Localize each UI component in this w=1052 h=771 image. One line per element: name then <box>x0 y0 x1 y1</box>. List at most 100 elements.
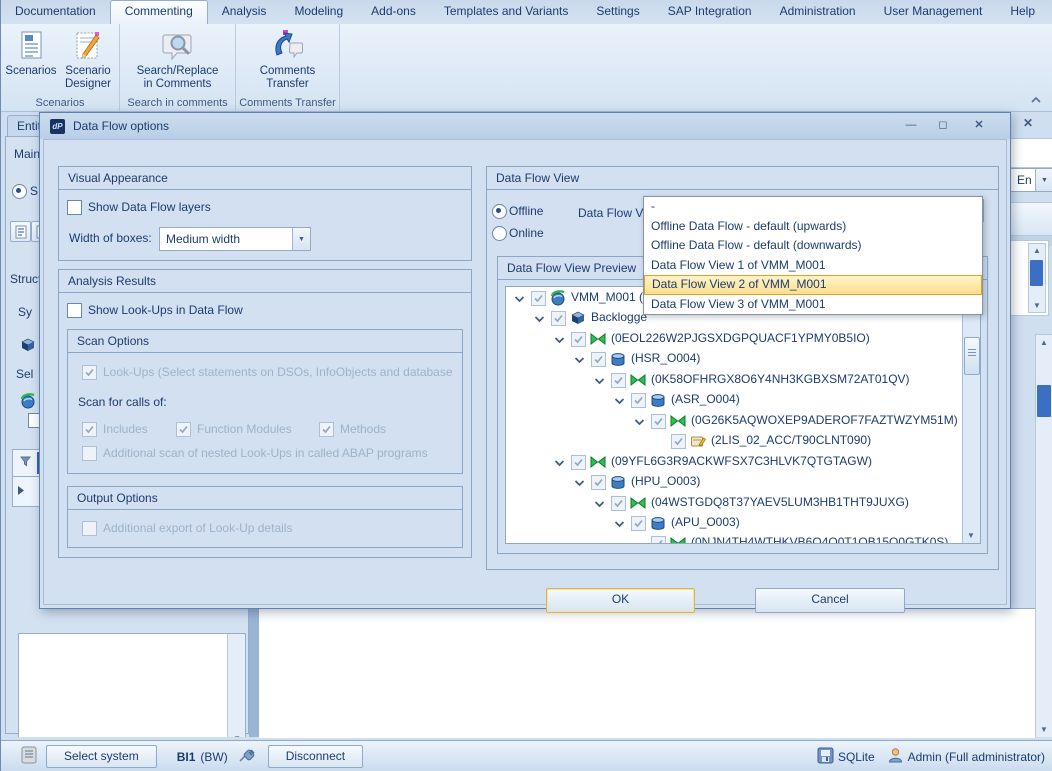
tree-node-label: (HSR_O004) <box>631 350 700 367</box>
scenario-designer-button[interactable]: Scenario Designer <box>59 28 117 91</box>
tree-row[interactable]: (APU_O003) <box>506 513 980 533</box>
mini-scrollbar[interactable]: ▲ ▼ <box>1028 243 1046 313</box>
tree-node-label: (ASR_O004) <box>671 391 740 408</box>
scroll-down-icon[interactable]: ▼ <box>1033 301 1041 310</box>
main-vertical-scrollbar[interactable]: ▲ ▼ <box>1035 334 1052 737</box>
show-lookups-checkbox[interactable] <box>67 303 82 318</box>
expand-arrow-icon[interactable] <box>574 354 585 368</box>
main-scroll-thumb[interactable] <box>1037 385 1051 417</box>
ribbon-tab-modeling[interactable]: Modeling <box>280 0 357 24</box>
ribbon-tab-help[interactable]: Help <box>996 0 1049 24</box>
database-type-label[interactable]: SQLite <box>838 750 875 764</box>
data-flow-view-dropdown-list: -Offline Data Flow - default (upwards)Of… <box>643 196 983 315</box>
expand-arrow-icon[interactable] <box>634 416 645 430</box>
transformation-icon <box>670 535 686 544</box>
left-panel-radio[interactable] <box>12 184 27 199</box>
nested-lookups-label: Additional scan of nested Look-Ups in ca… <box>103 446 428 460</box>
ribbon-tab-add-ons[interactable]: Add-ons <box>357 0 430 24</box>
tree-row[interactable]: (HSR_O004) <box>506 349 980 369</box>
mini-scroll-thumb[interactable] <box>1030 260 1043 286</box>
scroll-down-icon[interactable]: ▼ <box>1040 725 1048 734</box>
tree-row[interactable]: (0G26K5AQWOXEP9ADEROF7FAZTWZYM51M) <box>506 411 980 431</box>
dropdown-item[interactable]: Data Flow View 3 of VMM_M001 <box>644 295 982 315</box>
tree-row[interactable]: (0EOL226W2PJGSXDGPQUACF1YPMY0B5IO) <box>506 329 980 349</box>
expand-arrow-icon[interactable] <box>554 457 565 471</box>
expand-arrow-icon[interactable] <box>594 375 605 389</box>
width-of-boxes-combo[interactable]: Medium width ▼ <box>159 227 311 251</box>
offline-radio[interactable] <box>492 204 507 219</box>
ribbon-tab-analysis[interactable]: Analysis <box>208 0 281 24</box>
ribbon-group-comments-transfer: Comments Transfer Comments Transfer <box>236 24 340 111</box>
ribbon-tab-commenting[interactable]: Commenting <box>110 0 208 24</box>
expand-arrow-icon[interactable] <box>554 334 565 348</box>
ribbon-tab-settings[interactable]: Settings <box>582 0 653 24</box>
scroll-down-icon[interactable]: ▼ <box>967 531 975 540</box>
show-data-flow-layers-checkbox[interactable] <box>67 200 82 215</box>
tree-row[interactable]: (2LIS_02_ACC/T90CLNT090) <box>506 431 980 451</box>
dropdown-item[interactable]: Data Flow View 2 of VMM_M001 <box>644 275 982 295</box>
select-system-button[interactable]: Select system <box>46 745 157 768</box>
dropdown-item[interactable]: Offline Data Flow - default (upwards) <box>644 217 982 237</box>
tree-scrollbar[interactable]: ▲ ▼ <box>962 287 980 543</box>
expand-arrow-icon[interactable] <box>574 477 585 491</box>
user-icon <box>887 747 904 767</box>
current-user-label[interactable]: Admin (Full administrator) <box>908 750 1045 764</box>
dropdown-item[interactable]: Data Flow View 1 of VMM_M001 <box>644 256 982 276</box>
tree-node-label: (APU_O003) <box>671 514 740 531</box>
scenarios-button[interactable]: Scenarios <box>3 28 59 78</box>
analysis-results-title: Analysis Results <box>59 270 471 293</box>
dropdown-item[interactable]: Offline Data Flow - default (downwards) <box>644 236 982 256</box>
dialog-title-bar[interactable]: dP Data Flow options — ◻ ✕ <box>40 113 1010 139</box>
chevron-down-icon[interactable]: ▼ <box>292 228 310 250</box>
document-mini-button[interactable] <box>10 221 31 242</box>
online-radio[interactable] <box>492 226 507 241</box>
tree-row[interactable]: (0K58OFHRGX8O6Y4NH3KGBXSM72AT01QV) <box>506 370 980 390</box>
scroll-down-icon[interactable]: ▼ <box>233 734 241 737</box>
ok-button[interactable]: OK <box>546 588 695 613</box>
search-replace-in-comments-button[interactable]: Search/Replace in Comments <box>126 28 230 91</box>
left-list-area[interactable]: ▼ <box>18 633 246 737</box>
vertical-splitter[interactable] <box>249 606 259 737</box>
scroll-up-icon[interactable]: ▲ <box>1040 338 1048 347</box>
minimize-icon[interactable]: — <box>900 118 922 134</box>
dso-icon <box>650 392 666 411</box>
expand-arrow-icon[interactable] <box>614 518 625 532</box>
right-panel-button[interactable] <box>1009 202 1052 236</box>
expand-arrow-icon[interactable] <box>534 313 545 327</box>
expand-arrow-icon[interactable] <box>614 395 625 409</box>
dropdown-item[interactable]: - <box>644 197 982 217</box>
ribbon-group-search-in-comments: Search/Replace in Comments Search in com… <box>120 24 236 111</box>
tree-row[interactable]: (0NJN4TH4WTHKVB6O4O0T1OB15O0GTK0S) <box>506 533 980 544</box>
ribbon-tab-administration[interactable]: Administration <box>766 0 870 24</box>
output-options-group: Output Options Additional export of Look… <box>67 486 463 548</box>
close-icon[interactable]: ✕ <box>968 118 990 134</box>
tree-row[interactable]: (04WSTGDQ8T37YAEV5LUM3HB1THT9JUXG) <box>506 493 980 513</box>
visual-appearance-title: Visual Appearance <box>59 167 471 190</box>
tree-row[interactable]: (ASR_O004) <box>506 390 980 410</box>
nested-lookups-checkbox <box>82 446 97 461</box>
infocube-icon <box>570 310 586 329</box>
maximize-icon[interactable]: ◻ <box>932 118 954 134</box>
expand-arrow-icon[interactable] <box>594 498 605 512</box>
disconnect-button[interactable]: Disconnect <box>268 745 363 768</box>
ribbon-tab-user-management[interactable]: User Management <box>870 0 997 24</box>
tree-row[interactable]: (09YFL6G3R9ACKWFSX7C3HLVK7QTGTAGW) <box>506 452 980 472</box>
tree-scroll-thumb[interactable] <box>964 337 980 375</box>
transformation-icon <box>670 413 686 432</box>
tree-row[interactable]: (HPU_O003) <box>506 472 980 492</box>
cancel-button[interactable]: Cancel <box>755 588 905 613</box>
expand-arrow-icon[interactable] <box>514 293 525 307</box>
ribbon-tab-templates-and-variants[interactable]: Templates and Variants <box>430 0 583 24</box>
scroll-up-icon[interactable]: ▲ <box>1033 246 1041 255</box>
ribbon-tab-sap-integration[interactable]: SAP Integration <box>654 0 766 24</box>
ribbon-tab-documentation[interactable]: Documentation <box>1 0 110 24</box>
collapse-ribbon-chevron-icon[interactable] <box>1029 94 1045 108</box>
left-list-scrollbar[interactable]: ▼ <box>227 634 245 737</box>
data-flow-preview-tree[interactable]: VMM_M001 (Backlogge(0EOL226W2PJGSXDGPQUA… <box>505 286 981 544</box>
output-options-title: Output Options <box>68 487 462 510</box>
scenario-designer-button-label: Scenario Designer <box>65 65 111 91</box>
panel-close-icon[interactable]: ✕ <box>1023 116 1033 130</box>
language-combo[interactable]: En ▼ <box>1010 168 1052 192</box>
chevron-down-icon[interactable]: ▼ <box>1035 169 1052 191</box>
comments-transfer-button[interactable]: Comments Transfer <box>242 28 334 91</box>
